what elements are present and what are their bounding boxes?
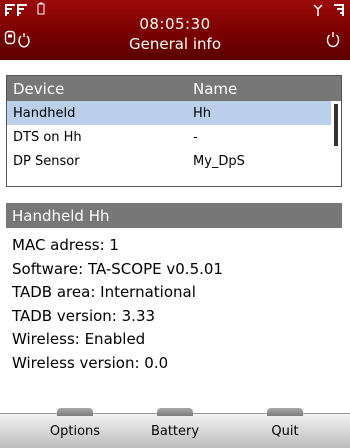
softkey-tab xyxy=(267,408,303,416)
info-line-wireless-version: Wireless version: 0.0 xyxy=(12,353,169,372)
cell-name: - xyxy=(193,129,198,145)
info-line-tadb-version: TADB version: 3.33 xyxy=(12,306,156,325)
column-header-name: Name xyxy=(193,79,238,98)
quit-softkey[interactable]: Quit xyxy=(240,408,330,448)
cell-device: DTS on Hh xyxy=(13,129,82,145)
column-header-device: Device xyxy=(13,79,65,98)
table-header: Device Name xyxy=(7,76,341,101)
battery-icon xyxy=(37,2,45,15)
softkey-tab xyxy=(57,408,93,416)
page-title: General info xyxy=(128,35,221,53)
scrollbar[interactable] xyxy=(334,104,338,146)
options-softkey[interactable]: Options xyxy=(30,408,120,448)
info-line-wireless: Wireless: Enabled xyxy=(12,330,146,348)
battery-label: Battery xyxy=(150,424,200,439)
info-list: MAC adress: 1 Software: TA-SCOPE v0.5.01… xyxy=(12,234,223,375)
device-table: Device Name Handheld Hh DTS on Hh - DP S… xyxy=(6,75,342,187)
clock-time: 08:05:30 xyxy=(139,15,211,33)
softkey-bar: Options Battery Quit xyxy=(0,408,350,448)
info-line-mac: MAC adress: 1 xyxy=(12,236,119,254)
cell-name: My_DpS xyxy=(193,153,245,169)
info-line-tadb-area: TADB area: International xyxy=(12,283,196,301)
options-label: Options xyxy=(49,424,101,439)
table-row[interactable]: Handheld Hh xyxy=(7,101,331,125)
softkey-tab xyxy=(157,408,193,416)
cell-device: Handheld xyxy=(13,105,76,121)
battery-softkey[interactable]: Battery xyxy=(130,408,220,448)
table-row[interactable]: DP Sensor My_DpS xyxy=(7,149,341,173)
info-line-software: Software: TA-SCOPE v0.5.01 xyxy=(12,259,223,278)
table-row[interactable]: DTS on Hh - xyxy=(7,125,341,149)
info-heading: Handheld Hh xyxy=(6,203,342,228)
cell-name: Hh xyxy=(193,105,212,121)
status-header: 08:05:30 General info xyxy=(0,0,350,60)
quit-label: Quit xyxy=(271,424,299,439)
cell-device: DP Sensor xyxy=(13,153,80,169)
